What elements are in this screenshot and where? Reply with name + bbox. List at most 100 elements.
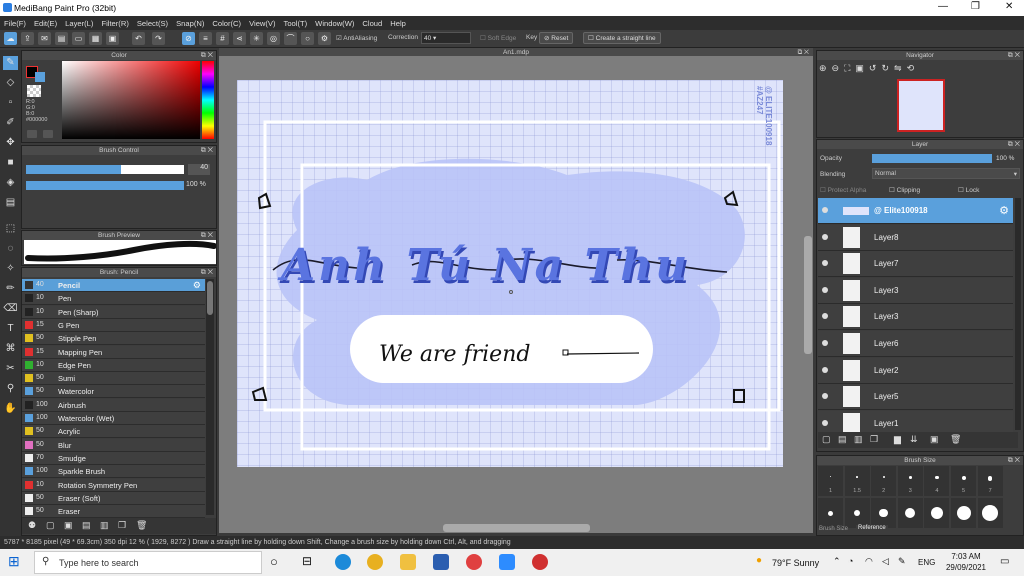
window-icon[interactable]: ▭ [72, 32, 85, 45]
hue-slider[interactable] [202, 61, 214, 139]
snap-curve-icon[interactable]: ⌒ [284, 32, 297, 45]
rotate-right-icon[interactable]: ↻ [881, 63, 889, 74]
brush-opacity-slider[interactable] [26, 181, 184, 190]
chrome-icon[interactable] [367, 554, 383, 570]
layer-visibility-icon[interactable] [822, 286, 828, 293]
brush-item[interactable]: 100 Sparkle Brush [22, 465, 205, 479]
panel-close-icon[interactable]: ⧉ ✕ [201, 268, 213, 277]
layer-visibility-icon[interactable] [822, 419, 828, 426]
brush-item[interactable]: 100 Watercolor (Wet) [22, 412, 205, 425]
color-picker-area[interactable] [62, 61, 200, 139]
brush-list-scrollbar[interactable] [206, 279, 214, 515]
panel-close-icon[interactable]: ⧉ ✕ [201, 231, 213, 240]
rotate-left-icon[interactable]: ↺ [869, 63, 877, 74]
fill-tool-icon[interactable]: ◈ [3, 176, 18, 190]
windows-start-icon[interactable]: ⊞ [8, 553, 20, 570]
snap-radial-icon[interactable]: ✳ [250, 32, 263, 45]
brush-size-cell[interactable]: 4 [924, 466, 950, 496]
brush-size-cell[interactable]: 3 [897, 466, 923, 496]
menu-snap[interactable]: Snap(N) [176, 19, 204, 28]
select-pen-icon[interactable]: ✏ [3, 282, 18, 296]
flip-icon[interactable]: ⇋ [894, 63, 902, 74]
layer-visibility-icon[interactable] [822, 366, 828, 373]
brush-item[interactable]: 40 Pencil ⚙ [22, 279, 205, 292]
text-tool-icon[interactable]: T [3, 322, 18, 336]
brush-size-cell[interactable]: 7 [977, 466, 1003, 496]
select-tool-icon[interactable]: ⬚ [3, 222, 18, 236]
brush-item[interactable]: 50 Sumi [22, 372, 205, 386]
layer-opacity-slider[interactable] [872, 154, 992, 163]
volume-icon[interactable]: ◁ [882, 556, 889, 567]
layer-visibility-icon[interactable] [822, 207, 828, 213]
brush-item[interactable]: 50 Stipple Pen [22, 332, 205, 346]
minimize-icon[interactable]: — [938, 1, 948, 12]
document-canvas[interactable]: Anh Tú Na Thu We are friend @ ELITE10091… [237, 80, 783, 467]
brush-item[interactable]: 50 Acrylic [22, 425, 205, 439]
brush-settings-icon[interactable]: ▤ [82, 520, 91, 531]
snap-parallel-icon[interactable]: ≡ [199, 32, 212, 45]
actual-size-icon[interactable]: ▣ [855, 63, 864, 74]
scroll-thumb[interactable] [207, 281, 213, 315]
merge-layer-icon[interactable]: ⇊ [910, 434, 918, 445]
panel-close-icon[interactable]: ⧉ ✕ [201, 51, 213, 60]
menu-color[interactable]: Color(C) [212, 19, 241, 28]
menu-edit[interactable]: Edit(E) [34, 19, 57, 28]
layer-visibility-icon[interactable] [822, 233, 828, 240]
menu-window[interactable]: Window(W) [315, 19, 354, 28]
soft-edge-checkbox[interactable]: ☐ Soft Edge [480, 34, 516, 42]
layer-row[interactable]: Layer5 [818, 384, 1013, 411]
folder-icon[interactable]: ▆ [894, 434, 901, 445]
save-icon[interactable]: ▤ [55, 32, 68, 45]
correction-select[interactable]: 40 ▾ [421, 32, 471, 44]
close-icon[interactable]: ✕ [1005, 1, 1013, 12]
widgets-icon[interactable]: ⊟ [302, 554, 312, 568]
brush-size-value[interactable]: 40 [188, 164, 210, 175]
brush-size-cell[interactable] [871, 498, 897, 528]
brush-item[interactable]: 15 Mapping Pen [22, 345, 205, 359]
export-icon[interactable]: ⇪ [21, 32, 34, 45]
brush-size-cell[interactable] [897, 498, 923, 528]
brush-size-tab[interactable]: Brush Size [819, 526, 848, 532]
brush-size-cell[interactable] [924, 498, 950, 528]
brush-item[interactable]: 10 Pen (Sharp) [22, 305, 205, 319]
maximize-icon[interactable]: ❐ [971, 1, 980, 12]
zoom-out-icon[interactable]: ⊖ [832, 63, 840, 74]
layer-row[interactable]: Layer6 [818, 331, 1013, 357]
brush-folder-icon[interactable]: ▥ [100, 520, 109, 531]
snap-off-icon[interactable]: ⊘ [182, 32, 195, 45]
brush-item[interactable]: 50 Eraser [22, 505, 205, 519]
taskbar-search-box[interactable]: ⚲ Type here to search [34, 551, 262, 574]
menu-filter[interactable]: Filter(R) [101, 19, 128, 28]
dot-tool-icon[interactable]: ▫ [3, 96, 18, 110]
layer-row[interactable]: Layer2 [818, 357, 1013, 384]
fit-icon[interactable]: ⛶ [844, 63, 850, 74]
brush-item[interactable]: 10 Rotation Symmetry Pen [22, 478, 205, 492]
undo-icon[interactable]: ↶ [132, 32, 145, 45]
brush-delete-icon[interactable]: 🗑 [136, 520, 147, 531]
canvas-horizontal-scrollbar[interactable] [443, 524, 590, 532]
zoom-app-icon[interactable] [499, 554, 515, 570]
canvas-vertical-scrollbar[interactable] [804, 236, 812, 354]
gradient-tool-icon[interactable]: ▤ [3, 196, 18, 210]
add-brush-icon[interactable]: ⚉ [28, 520, 36, 531]
snap-grid-icon[interactable]: # [216, 32, 229, 45]
brush-size-cell[interactable] [818, 498, 843, 528]
transparent-swatch[interactable] [27, 85, 41, 97]
menu-file[interactable]: File(F) [4, 19, 26, 28]
file-explorer-icon[interactable] [400, 554, 416, 570]
layer-visibility-icon[interactable] [822, 393, 828, 400]
reset-view-icon[interactable]: ⟲ [907, 63, 915, 74]
layer-row[interactable]: Layer8 [818, 224, 1013, 251]
select-eraser-icon[interactable]: ⌫ [3, 302, 18, 316]
language-indicator[interactable]: ENG [918, 558, 935, 567]
brush-item[interactable]: 100 Airbrush [22, 398, 205, 412]
brush-item[interactable]: 50 Eraser (Soft) [22, 491, 205, 505]
brush-settings-gear-icon[interactable]: ⚙ [193, 280, 201, 291]
background-color-swatch[interactable] [35, 72, 45, 82]
chrome-profile-icon[interactable] [466, 554, 482, 570]
new-brush-icon[interactable]: ▢ [46, 520, 55, 531]
network-icon[interactable]: ◔ [848, 556, 853, 566]
pen-tool-icon[interactable]: ✐ [3, 116, 18, 130]
brush-size-cell[interactable] [977, 498, 1003, 528]
new-halftone-layer-icon[interactable]: ▤ [838, 434, 847, 445]
